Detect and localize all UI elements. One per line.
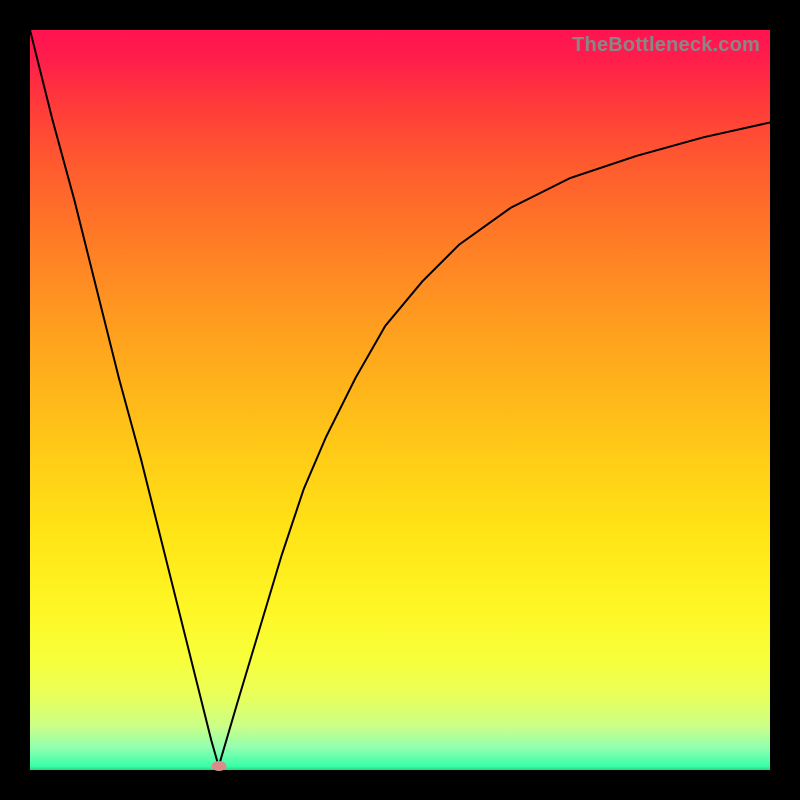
curve-left-branch	[30, 30, 219, 766]
curve-right-branch	[219, 123, 770, 767]
plot-area: TheBottleneck.com	[30, 30, 770, 770]
curve-svg	[30, 30, 770, 770]
minimum-marker	[211, 761, 226, 771]
chart-frame: TheBottleneck.com	[0, 0, 800, 800]
